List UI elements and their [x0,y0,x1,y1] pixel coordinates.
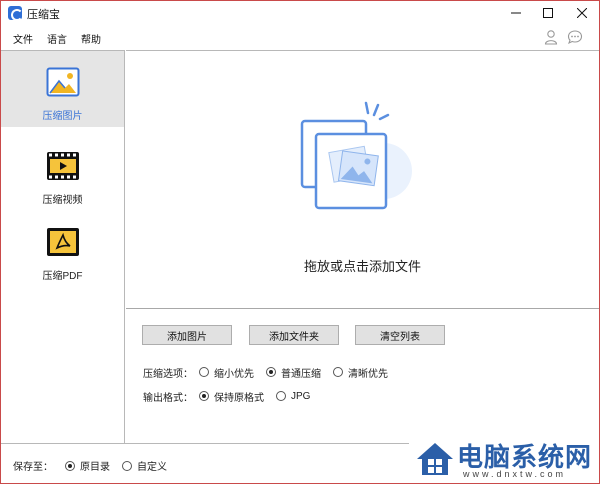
radio-label: 缩小优先 [214,368,254,380]
title-bar: 压缩宝 [1,1,599,25]
menu-file[interactable]: 文件 [13,31,33,46]
house-logo-icon [417,443,453,475]
sidebar: 压缩图片 压缩视频 压缩PDF [1,50,125,443]
radio-keep-format[interactable]: 保持原格式 [199,389,264,404]
app-title: 压缩宝 [27,9,60,21]
compress-options-label: 压缩选项： [143,368,193,380]
video-icon [47,152,79,180]
minimize-button[interactable] [501,1,531,25]
save-location-label: 保存至： [13,462,53,473]
radio-dot [122,460,132,471]
controls-panel: 添加图片 添加文件夹 清空列表 压缩选项： 缩小优先 普通压缩 清晰优先 输出格… [126,309,599,443]
save-location-row: 保存至： 原目录 自定义 [13,458,179,473]
output-format-row: 输出格式： 保持原格式 JPG [143,388,322,404]
radio-dot-selected [199,391,209,401]
pdf-icon [47,228,79,256]
compress-options-row: 压缩选项： 缩小优先 普通压缩 清晰优先 [143,364,400,380]
radio-normal-compress[interactable]: 普通压缩 [266,365,321,380]
output-format-label: 输出格式： [143,392,193,404]
radio-label: JPG [291,390,311,402]
sidebar-item-compress-image[interactable]: 压缩图片 [1,51,124,127]
radio-jpg[interactable]: JPG [276,391,310,402]
maximize-button[interactable] [533,1,563,25]
watermark-url: www.dnxtw.com [463,469,567,479]
sidebar-item-label: 压缩PDF [42,271,83,282]
app-logo-icon [8,6,23,21]
user-icon[interactable] [543,29,559,45]
radio-label: 保持原格式 [214,392,264,404]
radio-shrink-first[interactable]: 缩小优先 [199,365,254,380]
file-drop-zone[interactable]: 拖放或点击添加文件 [126,50,599,309]
chat-icon[interactable] [567,29,583,45]
menu-language[interactable]: 语言 [47,31,67,46]
radio-custom-dir[interactable]: 自定义 [122,458,167,473]
maximize-icon [543,8,553,18]
close-button[interactable] [567,1,597,25]
radio-original-dir[interactable]: 原目录 [65,458,110,473]
sidebar-item-label: 压缩图片 [42,111,83,122]
menu-bar: 文件 语言 帮助 [1,27,599,49]
drop-images-illustration [300,101,412,210]
radio-label: 原目录 [80,462,110,473]
radio-dot [333,367,343,377]
site-watermark: 电脑系统网 www.dnxtw.com [409,435,599,483]
radio-clarity-first[interactable]: 清晰优先 [333,365,388,380]
menu-help[interactable]: 帮助 [81,31,101,46]
close-icon [577,8,587,18]
image-icon [46,67,80,97]
minimize-icon [511,12,521,14]
radio-dot [199,367,209,377]
radio-dot-selected [65,460,75,471]
sidebar-item-compress-video[interactable]: 压缩视频 [1,135,124,211]
sidebar-item-label: 压缩视频 [42,195,83,206]
radio-label: 自定义 [137,462,167,473]
sidebar-item-compress-pdf[interactable]: 压缩PDF [1,211,124,287]
radio-label: 普通压缩 [281,368,321,380]
app-window: 压缩宝 文件 语言 帮助 压缩图片 压缩视频 压缩PDF 拖放或点击添加文件 添… [0,0,600,484]
radio-label: 清晰优先 [348,368,388,380]
clear-list-button[interactable]: 清空列表 [355,325,445,345]
radio-dot [276,391,286,401]
drop-hint-text: 拖放或点击添加文件 [303,259,421,274]
add-folder-button[interactable]: 添加文件夹 [249,325,339,345]
radio-dot-selected [266,367,276,377]
add-image-button[interactable]: 添加图片 [142,325,232,345]
